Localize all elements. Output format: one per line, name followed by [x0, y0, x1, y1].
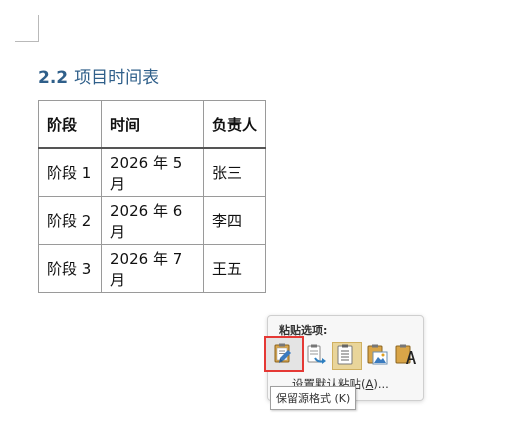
table-header-row: 阶段 时间 负责人	[38, 100, 266, 149]
merge-formatting-button[interactable]	[304, 342, 332, 368]
keep-source-formatting-tooltip: 保留源格式 (K)	[270, 386, 357, 410]
paste-as-picture-button[interactable]	[364, 342, 392, 368]
clipboard-picture-icon	[367, 344, 388, 365]
table-row: 阶段 2 2026 年 6 月 李四	[38, 196, 266, 245]
table-cell[interactable]: 王五	[203, 244, 266, 293]
table-cell[interactable]: 阶段 3	[38, 244, 102, 293]
keep-text-only-button[interactable]	[392, 342, 420, 368]
table-cell[interactable]: 阶段 1	[38, 147, 102, 197]
clipboard-doc-icon	[337, 344, 353, 365]
page-corner-mark	[15, 15, 39, 42]
table-header-cell[interactable]: 阶段	[38, 100, 102, 149]
table-header-cell[interactable]: 时间	[101, 100, 204, 149]
table-header-cell[interactable]: 负责人	[203, 100, 266, 149]
table-cell[interactable]: 2026 年 5 月	[101, 147, 204, 197]
table-cell[interactable]: 2026 年 7 月	[101, 244, 204, 293]
clipboard-arrow-icon	[307, 344, 326, 364]
clipboard-brush-icon	[274, 343, 291, 363]
table-row: 阶段 3 2026 年 7 月 王五	[38, 244, 266, 293]
heading-title: 项目时间表	[74, 68, 160, 88]
set-default-paste-suffix: )...	[373, 377, 389, 391]
keep-source-formatting-button[interactable]	[264, 336, 304, 372]
section-heading: 2.2 项目时间表	[38, 63, 159, 88]
table-cell[interactable]: 2026 年 6 月	[101, 196, 204, 245]
table-cell[interactable]: 李四	[203, 196, 266, 245]
schedule-table: 阶段 时间 负责人 阶段 1 2026 年 5 月 张三 阶段 2 2026 年…	[38, 100, 266, 293]
table-cell[interactable]: 阶段 2	[38, 196, 102, 245]
paste-as-text-table-button[interactable]	[332, 342, 362, 370]
heading-number: 2.2	[38, 68, 69, 88]
table-row: 阶段 1 2026 年 5 月 张三	[38, 147, 266, 197]
clipboard-text-icon	[395, 344, 416, 364]
table-cell[interactable]: 张三	[203, 147, 266, 197]
